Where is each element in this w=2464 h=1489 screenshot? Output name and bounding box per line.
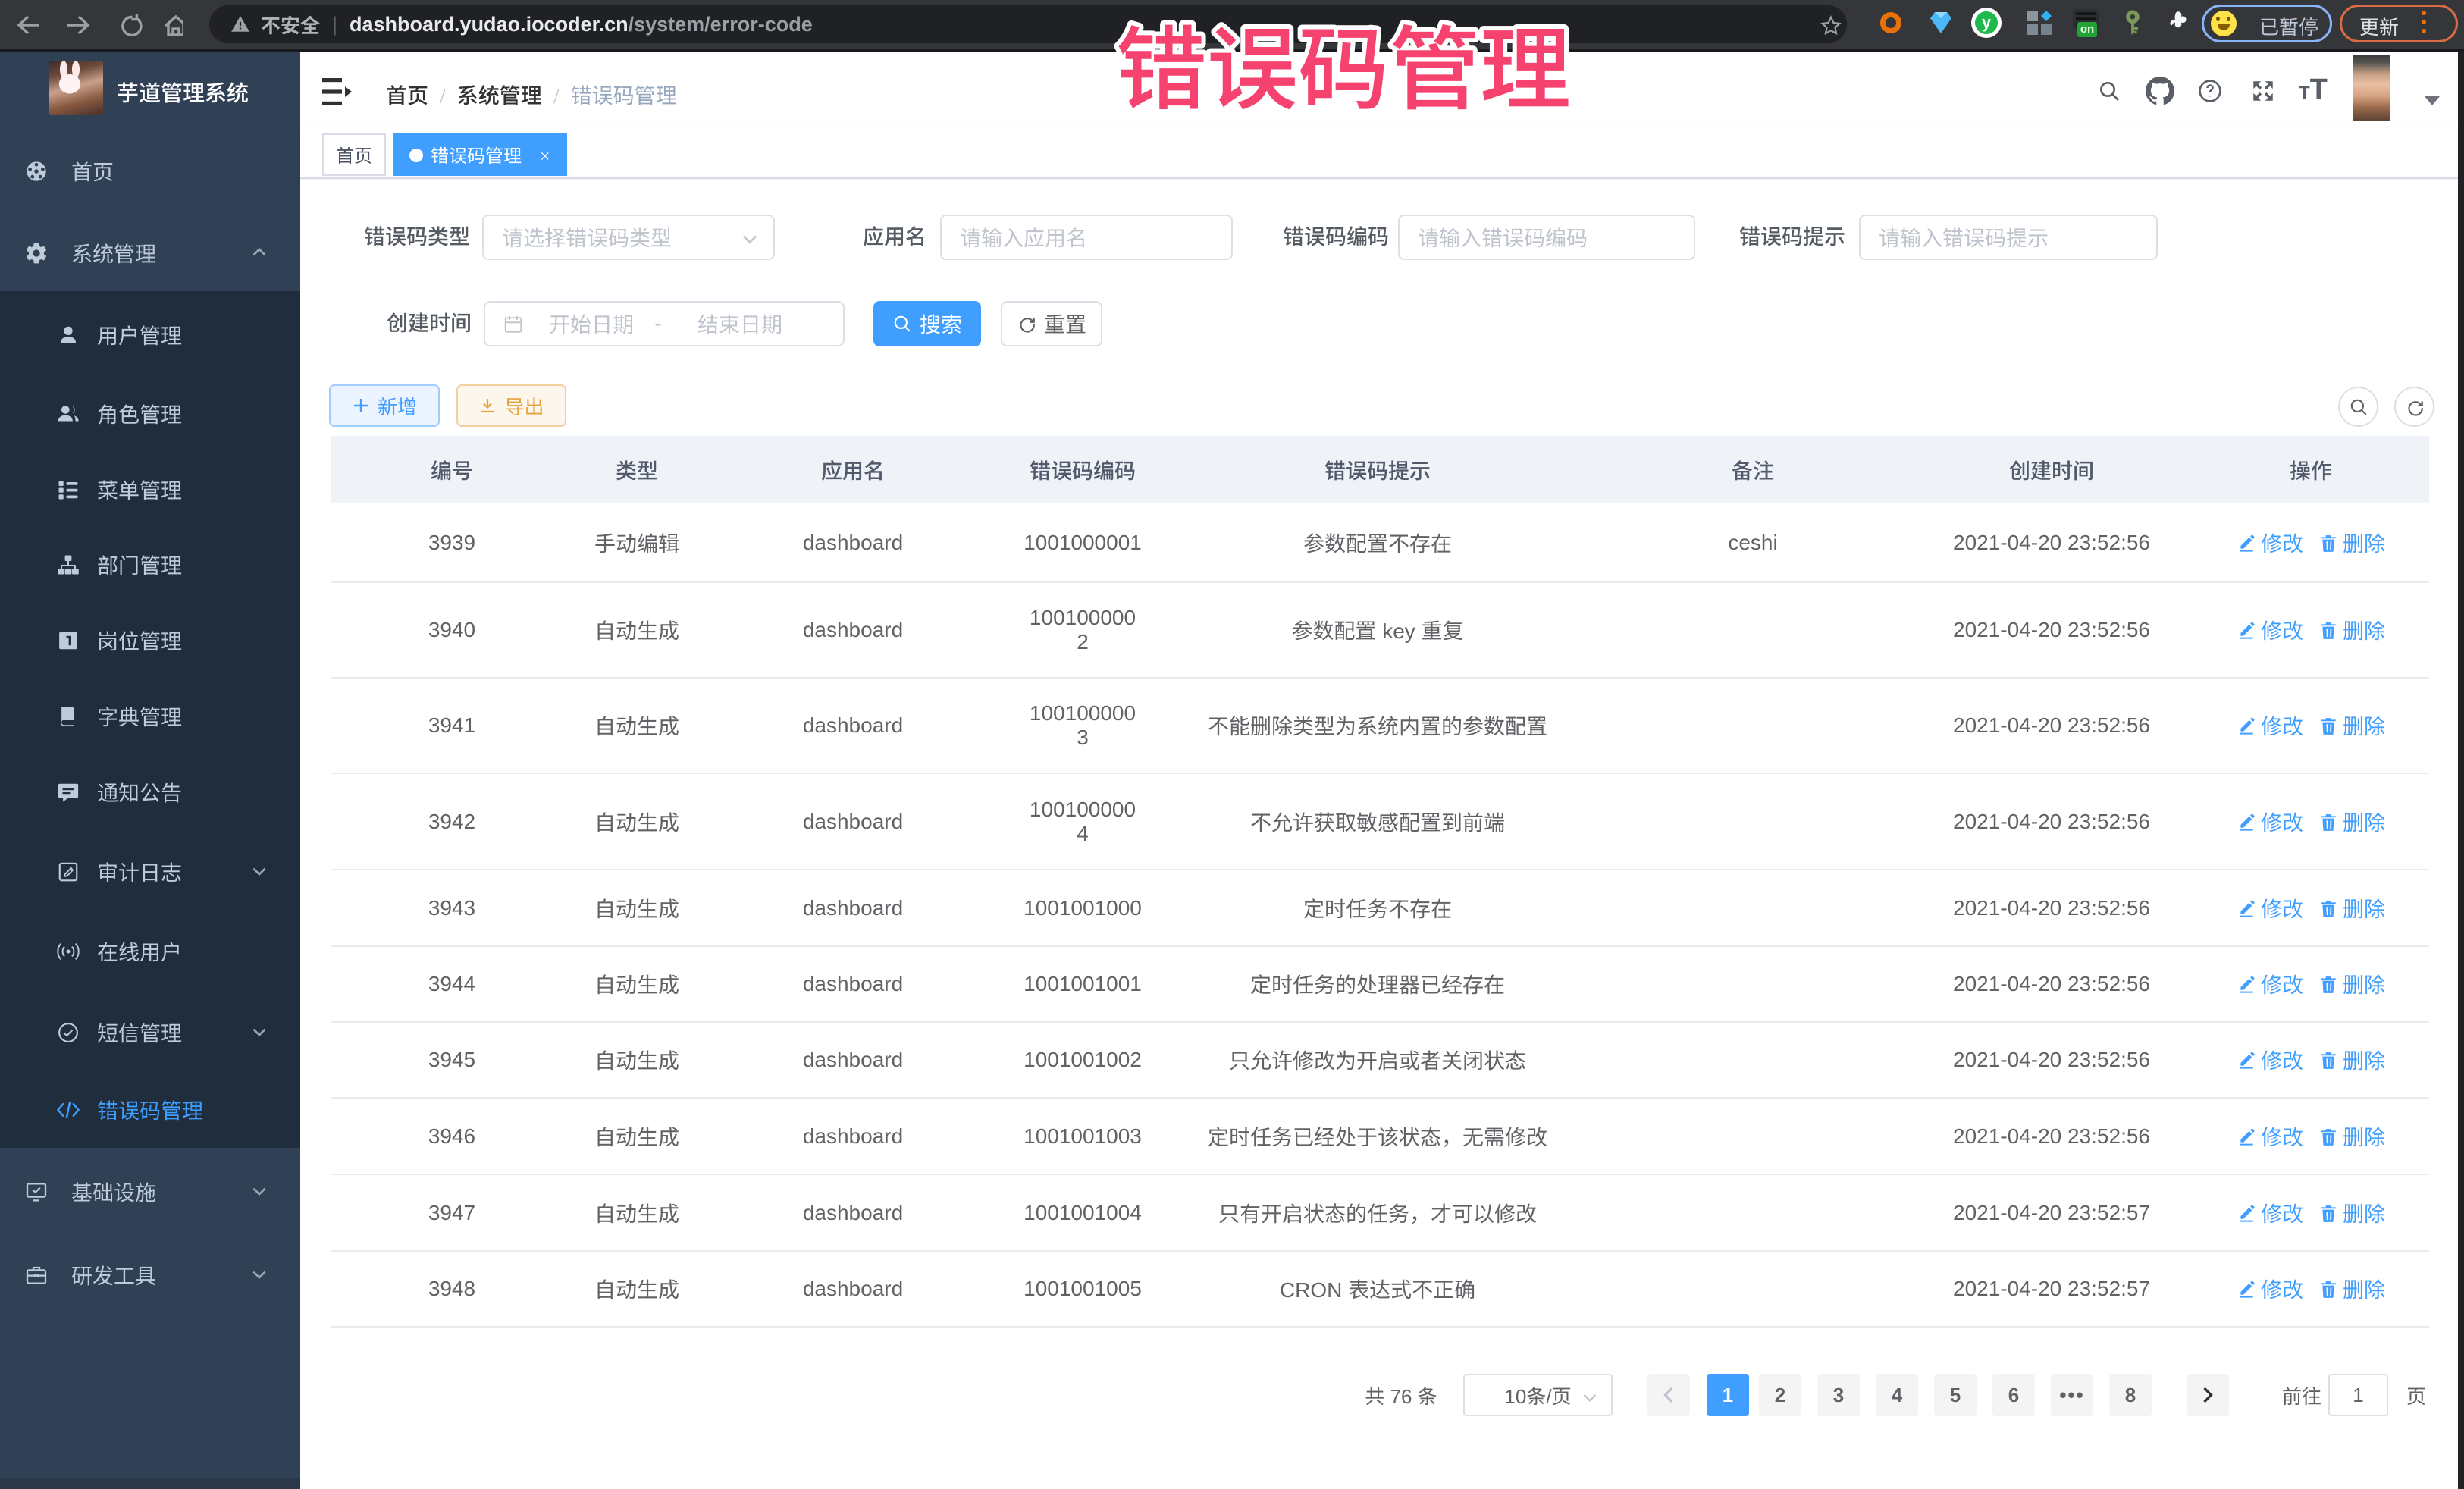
svg-text:错误码管理: 错误码管理 [1116,0,1571,128]
